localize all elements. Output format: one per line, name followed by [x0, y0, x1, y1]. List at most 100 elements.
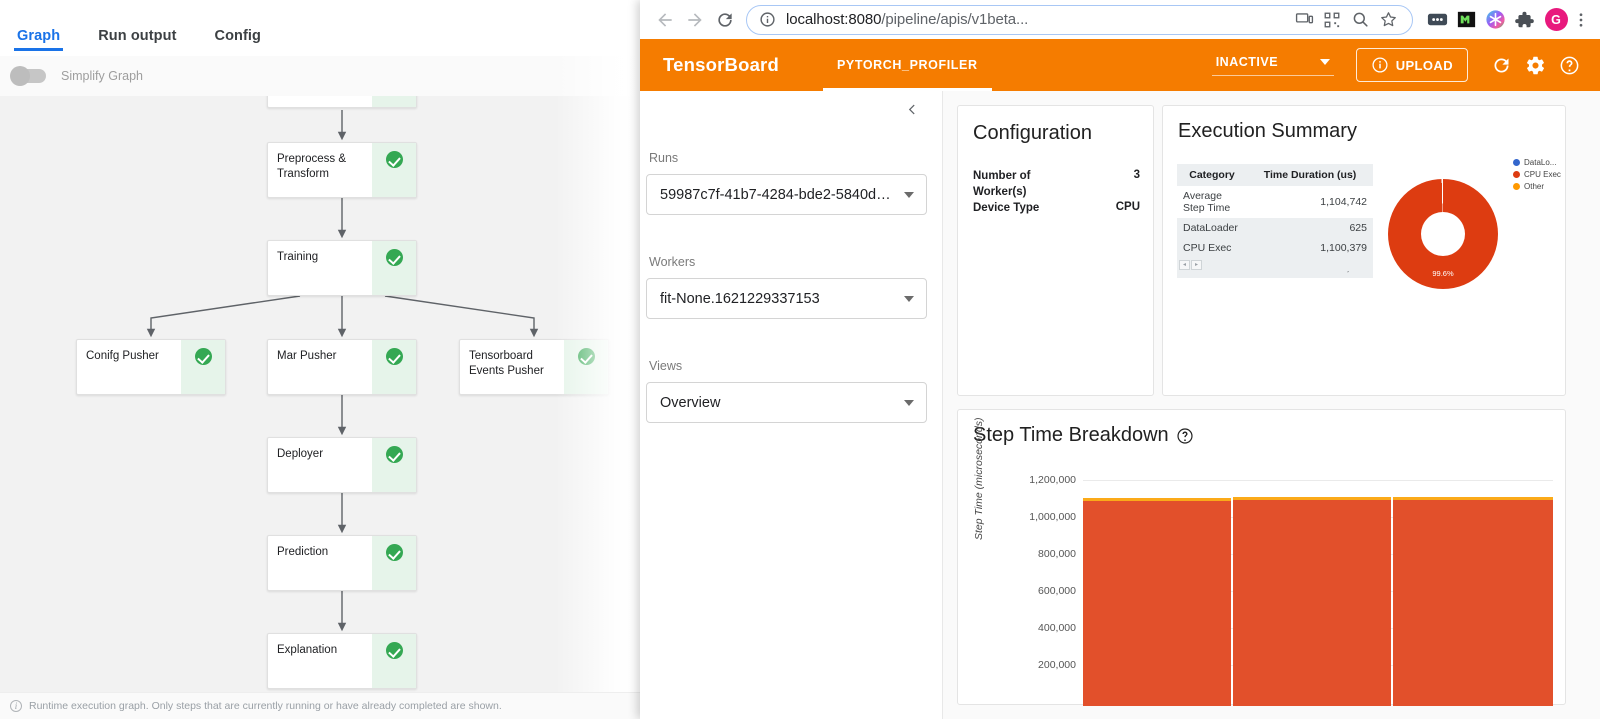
config-row-device: Device Type CPU — [973, 201, 1140, 217]
info-icon: i — [10, 700, 22, 712]
chevron-down-icon — [904, 191, 914, 198]
arrow-left-icon — [658, 12, 672, 27]
cast-button[interactable] — [1290, 7, 1318, 33]
browser-toolbar: localhost:8080/pipeline/apis/v1beta... G — [640, 0, 1600, 39]
node-label: Prediction — [277, 546, 329, 558]
tensorboard-sidebar: Runs 59987c7f-41b7-4284-bde2-5840d86... … — [640, 91, 943, 719]
pagination-prev-button[interactable]: ◂ — [1179, 259, 1190, 270]
tab-graph[interactable]: Graph — [13, 28, 64, 51]
markdown-extension-button[interactable] — [1453, 7, 1479, 33]
help-button[interactable] — [1552, 48, 1586, 82]
graph-node-explanation[interactable]: Explanation — [267, 633, 417, 689]
views-select[interactable]: Overview — [646, 382, 927, 423]
node-body: Deployer — [268, 438, 372, 492]
forward-button[interactable] — [680, 5, 710, 35]
bookmark-star-icon — [1380, 12, 1396, 27]
node-label: Preprocess & Transform — [277, 153, 347, 181]
info-circle-icon[interactable] — [759, 11, 776, 28]
browser-menu-button[interactable] — [1572, 7, 1590, 33]
cell-category: Average Step Time — [1183, 190, 1231, 214]
legend-item: CPU Exec — [1513, 170, 1561, 179]
views-label: Views — [649, 359, 683, 373]
cell-category: DataLoader — [1177, 218, 1247, 238]
execution-summary-donut-chart: 99.6% DataLo... CPU Exec Other — [1368, 154, 1563, 329]
workers-select[interactable]: fit-None.1621229337153 — [646, 278, 927, 319]
settings-button[interactable] — [1518, 48, 1552, 82]
legend-label: Other — [1524, 182, 1545, 191]
node-label: Deployer — [277, 448, 324, 460]
node-body: Mar Pusher — [268, 340, 372, 394]
simplify-graph-toggle[interactable] — [10, 66, 46, 86]
qr-code-icon — [1324, 12, 1340, 27]
graph-node-training[interactable]: Training — [267, 240, 417, 296]
runs-select-value: 59987c7f-41b7-4284-bde2-5840d86... — [660, 186, 896, 203]
dots-extension-button[interactable] — [1424, 7, 1450, 33]
tensorboard-header-actions: INACTIVE UPLOAD — [1211, 48, 1600, 82]
table-row: Average Step Time 1,104,742 — [1177, 186, 1373, 218]
stacked-bar[interactable] — [1393, 497, 1553, 706]
configuration-card: Configuration Number of Worker(s) 3 Devi… — [957, 105, 1154, 396]
graph-node-prediction[interactable]: Prediction — [267, 535, 417, 591]
graph-node-config-pusher[interactable]: Conifg Pusher — [76, 339, 226, 395]
extensions-button[interactable] — [1511, 7, 1537, 33]
node-status — [372, 634, 416, 688]
table-row: CPU Exec 1,100,379 — [1177, 238, 1373, 258]
graph-node-visualization[interactable]: Visualization — [267, 96, 417, 108]
back-button[interactable] — [650, 5, 680, 35]
y-tick-label: 400,000 — [1038, 622, 1076, 634]
legend-color-swatch — [1513, 183, 1520, 190]
refresh-button[interactable] — [1484, 48, 1518, 82]
address-bar[interactable]: localhost:8080/pipeline/apis/v1beta... — [746, 4, 1413, 35]
sidebar-collapse-button[interactable] — [905, 102, 920, 120]
chevron-down-icon — [904, 399, 914, 406]
tab-config-label: Config — [214, 28, 262, 44]
y-tick-label: 200,000 — [1038, 659, 1076, 671]
status-select[interactable]: INACTIVE — [1211, 55, 1334, 76]
pagination-next-button[interactable]: ▸ — [1191, 259, 1202, 270]
tensorboard-header: TensorBoard PYTORCH_PROFILER INACTIVE UP… — [640, 39, 1600, 91]
y-tick-label: 1,000,000 — [1029, 511, 1076, 523]
snowflake-extension-button[interactable] — [1482, 7, 1508, 33]
bookmark-button[interactable] — [1374, 7, 1402, 33]
node-status — [372, 143, 416, 197]
runs-select[interactable]: 59987c7f-41b7-4284-bde2-5840d86... — [646, 174, 927, 215]
check-circle-icon — [385, 544, 403, 561]
bar-segment-other — [1233, 497, 1391, 500]
donut-ring[interactable]: 99.6% — [1388, 179, 1498, 289]
tab-pytorch-profiler[interactable]: PYTORCH_PROFILER — [822, 39, 992, 91]
config-key: Device Type — [973, 202, 1040, 214]
upload-button[interactable]: UPLOAD — [1355, 48, 1468, 82]
kebab-menu-icon — [1579, 12, 1583, 27]
omnibox-search-button[interactable] — [1346, 7, 1374, 33]
pipeline-graph-canvas[interactable]: Visualization Preprocess & Transform Tra… — [0, 96, 640, 692]
url-path: /pipeline/apis/v1beta... — [881, 11, 1029, 28]
graph-node-deployer[interactable]: Deployer — [267, 437, 417, 493]
chevron-left-icon — [908, 104, 915, 115]
stacked-bar[interactable] — [1083, 498, 1231, 706]
profiler-content: Configuration Number of Worker(s) 3 Devi… — [943, 91, 1600, 719]
reload-button[interactable] — [710, 5, 740, 35]
graph-node-preprocess[interactable]: Preprocess & Transform — [267, 142, 417, 198]
tab-config[interactable]: Config — [215, 28, 262, 51]
url-host: localhost:8080 — [786, 11, 882, 28]
node-status — [372, 96, 416, 107]
upload-button-label: UPLOAD — [1395, 57, 1453, 73]
avatar-initial: G — [1551, 12, 1561, 27]
graph-node-tensorboard-events-pusher[interactable]: Tensorboard Events Pusher — [459, 339, 609, 395]
cell-duration: 1,104,742 — [1320, 196, 1367, 208]
chart-plot-area — [1083, 480, 1553, 706]
stacked-bar[interactable] — [1233, 497, 1391, 706]
step-time-chart[interactable]: Step Time (microseconds) 1,200,000 1,000… — [973, 418, 1553, 706]
tab-run-output[interactable]: Run output — [98, 28, 176, 51]
qr-code-button[interactable] — [1318, 7, 1346, 33]
check-circle-icon — [385, 249, 403, 266]
legend-color-swatch — [1513, 159, 1520, 166]
tab-pytorch-profiler-label: PYTORCH_PROFILER — [836, 58, 978, 72]
table-row: DataLoader 625 — [1177, 218, 1373, 238]
profile-button[interactable]: G — [1543, 7, 1569, 33]
tensorboard-logo[interactable]: TensorBoard — [663, 54, 779, 76]
help-circle-icon[interactable] — [1176, 427, 1194, 445]
tensorboard-body: Runs 59987c7f-41b7-4284-bde2-5840d86... … — [640, 91, 1600, 719]
configuration-title: Configuration — [973, 122, 1092, 144]
graph-node-mar-pusher[interactable]: Mar Pusher — [267, 339, 417, 395]
